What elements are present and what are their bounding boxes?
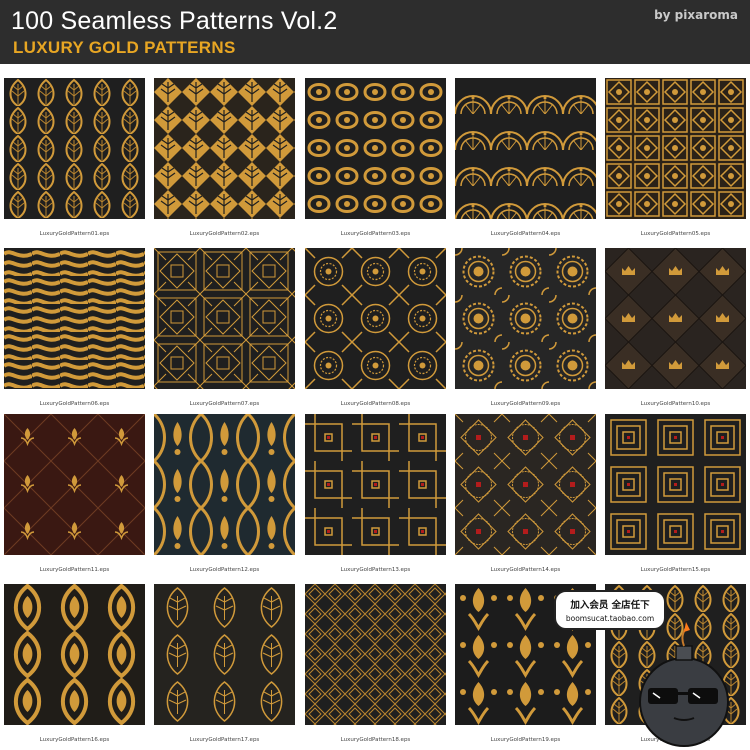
page-title: 100 Seamless Patterns Vol.2 [11, 7, 338, 35]
watermark-overlay: 加入会员 全店任下 boomsucat.taobao.com [548, 588, 750, 750]
pattern-caption: LuxuryGoldPattern13.eps [340, 567, 411, 573]
bomb-mascot-icon [639, 622, 729, 747]
pattern-caption: LuxuryGoldPattern07.eps [189, 401, 260, 407]
pattern-caption: LuxuryGoldPattern14.eps [490, 567, 561, 573]
watermark-line1: 加入会员 全店任下 [570, 600, 650, 611]
header-bar: 100 Seamless Patterns Vol.2 LUXURY GOLD … [0, 0, 750, 64]
pattern-tile [605, 248, 746, 389]
pattern-tile [605, 78, 746, 219]
pattern-tile [4, 414, 145, 555]
speech-bubble: 加入会员 全店任下 boomsucat.taobao.com [554, 590, 666, 630]
pattern-tile [305, 248, 446, 389]
pattern-caption: LuxuryGoldPattern11.eps [39, 567, 110, 573]
pattern-caption: LuxuryGoldPattern18.eps [340, 737, 411, 743]
pattern-caption: LuxuryGoldPattern08.eps [340, 401, 411, 407]
pattern-tile [154, 78, 295, 219]
pattern-tile [154, 584, 295, 725]
page-subtitle: LUXURY GOLD PATTERNS [13, 38, 236, 57]
pattern-caption: LuxuryGoldPattern06.eps [39, 401, 110, 407]
pattern-caption: LuxuryGoldPattern03.eps [340, 231, 411, 237]
pattern-caption: LuxuryGoldPattern12.eps [189, 567, 260, 573]
pattern-tile [305, 584, 446, 725]
pattern-tile [154, 248, 295, 389]
pattern-caption: LuxuryGoldPattern04.eps [490, 231, 561, 237]
pattern-caption: LuxuryGoldPattern05.eps [640, 231, 711, 237]
pattern-tile [455, 414, 596, 555]
pattern-caption: LuxuryGoldPattern02.eps [189, 231, 260, 237]
watermark-line2: boomsucat.taobao.com [565, 614, 655, 623]
pattern-tile [4, 584, 145, 725]
pattern-tile [4, 78, 145, 219]
pattern-caption: LuxuryGoldPattern17.eps [189, 737, 260, 743]
pattern-tile [4, 248, 145, 389]
pattern-tile [154, 414, 295, 555]
pattern-caption: LuxuryGoldPattern15.eps [640, 567, 711, 573]
pattern-caption: LuxuryGoldPattern01.eps [39, 231, 110, 237]
pattern-tile [455, 78, 596, 219]
pattern-tile [305, 78, 446, 219]
author-byline: by pixaroma [654, 8, 738, 22]
pattern-caption: LuxuryGoldPattern16.eps [39, 737, 110, 743]
pattern-caption: LuxuryGoldPattern09.eps [490, 401, 561, 407]
pattern-tile [455, 248, 596, 389]
pattern-tile [305, 414, 446, 555]
pattern-tile [605, 414, 746, 555]
pattern-caption: LuxuryGoldPattern10.eps [640, 401, 711, 407]
